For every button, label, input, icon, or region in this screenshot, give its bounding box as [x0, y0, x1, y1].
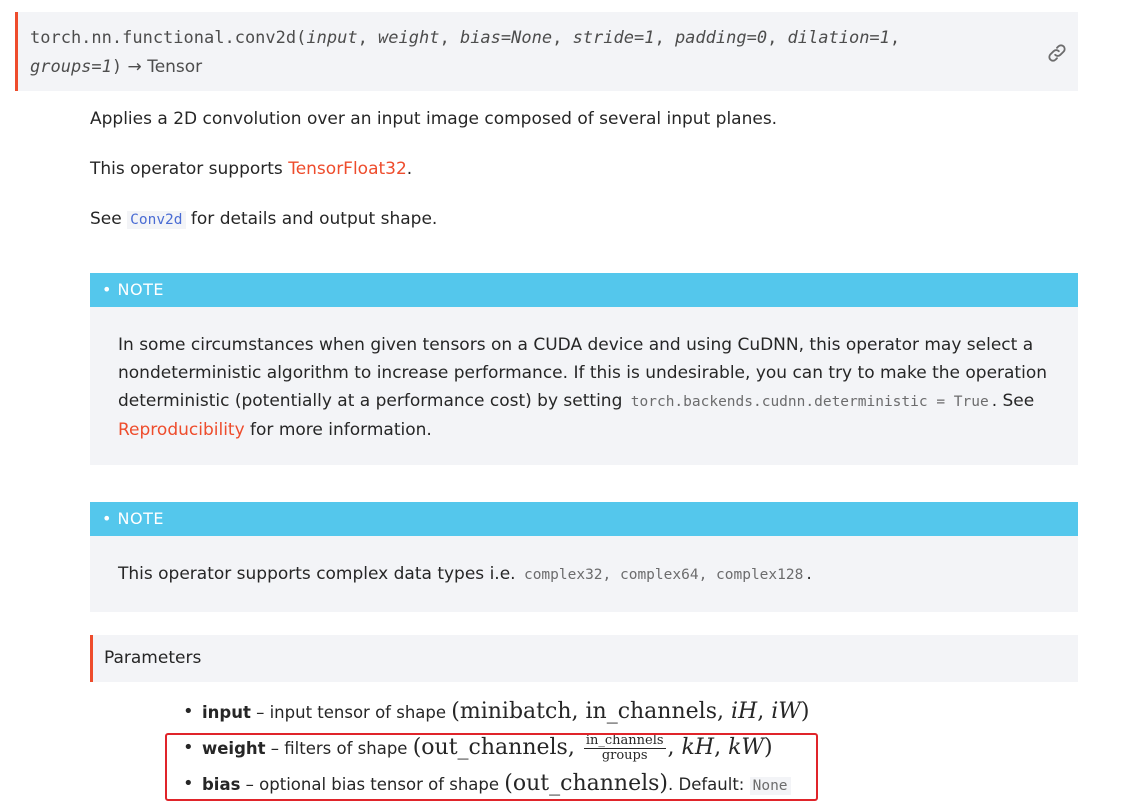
highlight-box — [165, 733, 818, 801]
reproducibility-link[interactable]: Reproducibility — [118, 420, 245, 440]
deterministic-code: torch.backends.cudnn.deterministic = Tru… — [627, 393, 992, 411]
description: Applies a 2D convolution over an input i… — [90, 109, 778, 129]
note-body-2: This operator supports complex data type… — [90, 536, 1078, 612]
tf32-paragraph: This operator supports TensorFloat32. — [90, 159, 413, 179]
arg-bias: bias=None — [459, 28, 553, 48]
arg-dilation: dilation=1 — [787, 28, 890, 48]
return-type: → Tensor — [122, 57, 203, 77]
param-input: input – input tensor of shape (minibatch… — [180, 694, 809, 730]
conv2d-link[interactable]: Conv2d — [127, 211, 186, 229]
parameters-header: Parameters — [90, 635, 1078, 682]
signature-func: conv2d — [234, 28, 297, 48]
see-paragraph: See Conv2d for details and output shape. — [90, 209, 438, 229]
note-header: • NOTE — [90, 273, 1078, 307]
tensorfloat32-link[interactable]: TensorFloat32 — [288, 159, 407, 179]
arg-stride: stride=1 — [572, 28, 655, 48]
signature-module: torch.nn.functional. — [30, 28, 235, 48]
arg-weight: weight — [378, 28, 440, 48]
note-header-2: • NOTE — [90, 502, 1078, 536]
note-body: In some circumstances when given tensors… — [90, 307, 1078, 465]
arg-groups: groups=1 — [30, 57, 112, 77]
input-shape-math: (minibatch, in_channels, iH, iW) — [451, 699, 810, 724]
link-icon[interactable] — [1046, 42, 1068, 64]
arg-padding: padding=0 — [674, 28, 768, 48]
complex-types-code: complex32, complex64, complex128 — [520, 566, 807, 584]
arg-input: input — [306, 28, 358, 48]
function-signature: torch.nn.functional.conv2d(input, weight… — [15, 12, 1078, 91]
